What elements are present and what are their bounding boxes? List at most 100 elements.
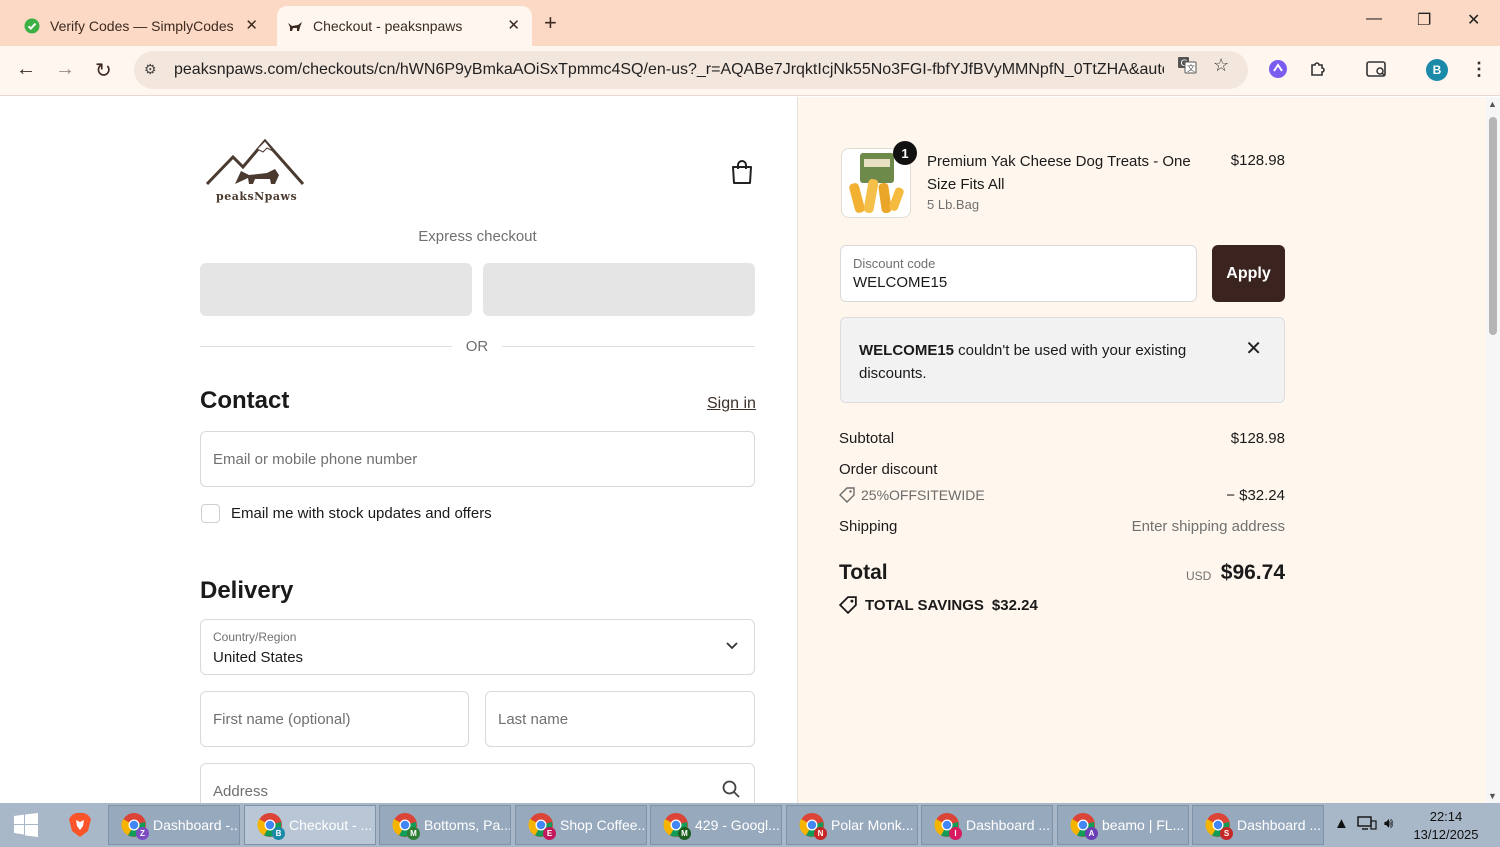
apply-discount-button[interactable]: Apply: [1212, 245, 1285, 302]
taskbar-item-label: Polar Monk...: [831, 817, 914, 833]
tab-close-icon[interactable]: ✕: [507, 16, 520, 34]
scroll-up-icon[interactable]: ▲: [1488, 99, 1497, 109]
discount-code-applied: 25%OFFSITEWIDE: [861, 487, 985, 503]
search-icon[interactable]: [722, 780, 740, 803]
clock-date: 13/12/2025: [1413, 827, 1479, 842]
express-checkout-label: Express checkout: [418, 228, 537, 245]
address-bar[interactable]: ⚙ peaksnpaws.com/checkouts/cn/hWN6P9yBmk…: [134, 51, 1248, 89]
url-text[interactable]: peaksnpaws.com/checkouts/cn/hWN6P9yBmkaA…: [174, 61, 1164, 79]
bookmark-star-icon[interactable]: ☆: [1213, 55, 1229, 76]
quantity-badge: 1: [893, 141, 917, 165]
profile-badge: M: [407, 827, 420, 840]
discount-error-notice: WELCOME15 couldn't be used with your exi…: [840, 317, 1285, 403]
tab-title: Checkout - peaksnpaws: [313, 18, 463, 34]
total-savings: TOTAL SAVINGS $32.24: [839, 596, 1038, 614]
profile-badge: A: [1085, 827, 1098, 840]
express-pay-button[interactable]: [483, 263, 755, 316]
scrollbar-thumb[interactable]: [1489, 117, 1497, 335]
back-arrow-icon[interactable]: ←: [16, 58, 36, 81]
notice-message: WELCOME15 couldn't be used with your exi…: [859, 339, 1219, 385]
checkout-page: peaksNpaws Express checkout OR Contact S…: [0, 97, 1486, 803]
profile-avatar[interactable]: B: [1426, 59, 1448, 81]
email-field[interactable]: Email or mobile phone number: [200, 431, 755, 487]
subtotal-value: $128.98: [1230, 430, 1285, 447]
discount-amount: − $32.24: [1226, 487, 1285, 504]
shopping-bag-icon[interactable]: [730, 159, 754, 185]
country-select[interactable]: Country/Region United States: [200, 619, 755, 675]
taskbar-item-label: Checkout - ...: [289, 817, 373, 833]
taskbar-item-label: Dashboard ...: [1237, 817, 1322, 833]
divider: [502, 346, 755, 347]
chrome-icon: M: [392, 812, 420, 840]
taskbar-item-label: Dashboard -...: [153, 817, 240, 833]
scroll-down-icon[interactable]: ▼: [1488, 791, 1497, 801]
forward-arrow-icon[interactable]: →: [55, 58, 75, 81]
extensions-puzzle-icon[interactable]: [1308, 59, 1328, 84]
profile-badge: I: [949, 827, 962, 840]
tag-icon: [839, 487, 855, 503]
address-field[interactable]: Address: [200, 763, 755, 803]
marketing-checkbox[interactable]: [201, 504, 220, 523]
close-icon[interactable]: ✕: [1245, 336, 1262, 361]
profile-badge: E: [543, 827, 556, 840]
taskbar-item[interactable]: E Shop Coffee...: [515, 805, 647, 845]
taskbar-item[interactable]: B Checkout - ...: [244, 805, 376, 845]
reload-icon[interactable]: ↻: [95, 58, 112, 83]
profile-badge: M: [678, 827, 691, 840]
tab-close-icon[interactable]: ✕: [245, 16, 258, 34]
country-label: Country/Region: [213, 630, 297, 644]
windows-start-icon[interactable]: [14, 813, 38, 837]
or-separator: OR: [465, 338, 489, 355]
taskbar-item-label: 429 - Googl...: [695, 817, 780, 833]
tab-search-icon[interactable]: [1366, 59, 1388, 84]
first-name-field[interactable]: First name (optional): [200, 691, 469, 747]
sign-in-link[interactable]: Sign in: [707, 395, 756, 413]
shipping-value: Enter shipping address: [1131, 518, 1285, 535]
savings-value: $32.24: [991, 596, 1038, 614]
taskbar-item[interactable]: S Dashboard ...: [1192, 805, 1324, 845]
new-tab-plus-icon[interactable]: +: [544, 10, 557, 36]
taskbar-item[interactable]: I Dashboard ...: [921, 805, 1053, 845]
express-pay-button[interactable]: [200, 263, 472, 316]
profile-badge: Z: [136, 827, 149, 840]
shipping-label: Shipping: [839, 518, 898, 535]
chrome-icon: N: [799, 812, 827, 840]
taskbar-item[interactable]: M Bottoms, Pa...: [379, 805, 511, 845]
chrome-icon: E: [528, 812, 556, 840]
country-value: United States: [213, 649, 304, 666]
profile-badge: N: [814, 827, 827, 840]
more-menu-icon[interactable]: ⋮: [1470, 59, 1488, 80]
taskbar-item[interactable]: M 429 - Googl...: [650, 805, 782, 845]
marketing-checkbox-label: Email me with stock updates and offers: [231, 505, 492, 522]
divider: [200, 346, 452, 347]
tab-simplycodes[interactable]: Verify Codes — SimplyCodes ✕: [8, 6, 270, 46]
taskbar-item[interactable]: N Polar Monk...: [786, 805, 918, 845]
translate-icon[interactable]: G文: [1177, 55, 1197, 80]
taskbar-item-label: beamo | FL...: [1102, 817, 1185, 833]
first-name-placeholder: First name (optional): [213, 711, 351, 728]
subtotal-label: Subtotal: [839, 430, 895, 447]
taskbar-item-label: Dashboard ...: [966, 817, 1051, 833]
chrome-icon: B: [257, 812, 285, 840]
system-clock[interactable]: 22:14 13/12/2025: [1408, 808, 1484, 844]
extension-icon[interactable]: [1268, 59, 1288, 84]
brave-browser-icon[interactable]: [66, 811, 94, 839]
site-settings-icon[interactable]: ⚙: [144, 61, 162, 79]
network-icon[interactable]: [1357, 815, 1377, 835]
minimize-icon[interactable]: —: [1366, 10, 1382, 28]
profile-badge: B: [272, 827, 285, 840]
discount-code-field[interactable]: Discount code WELCOME15: [840, 245, 1197, 302]
last-name-field[interactable]: Last name: [485, 691, 755, 747]
tray-overflow-icon[interactable]: ▲: [1334, 815, 1349, 832]
taskbar-item[interactable]: Z Dashboard -...: [108, 805, 240, 845]
profile-badge: S: [1220, 827, 1233, 840]
peaksnpaws-favicon-icon: [287, 18, 303, 34]
window-close-icon[interactable]: ✕: [1467, 10, 1480, 30]
clock-time: 22:14: [1429, 809, 1463, 824]
simplycodes-favicon-icon: [24, 18, 40, 34]
page-scrollbar[interactable]: ▲ ▼: [1486, 97, 1500, 803]
tab-peaksnpaws[interactable]: Checkout - peaksnpaws ✕: [277, 6, 532, 46]
taskbar-item[interactable]: Abeamo | FL...: [1057, 805, 1189, 845]
restore-icon[interactable]: ❐: [1417, 10, 1431, 30]
volume-icon[interactable]: 🔊︎: [1384, 815, 1393, 832]
